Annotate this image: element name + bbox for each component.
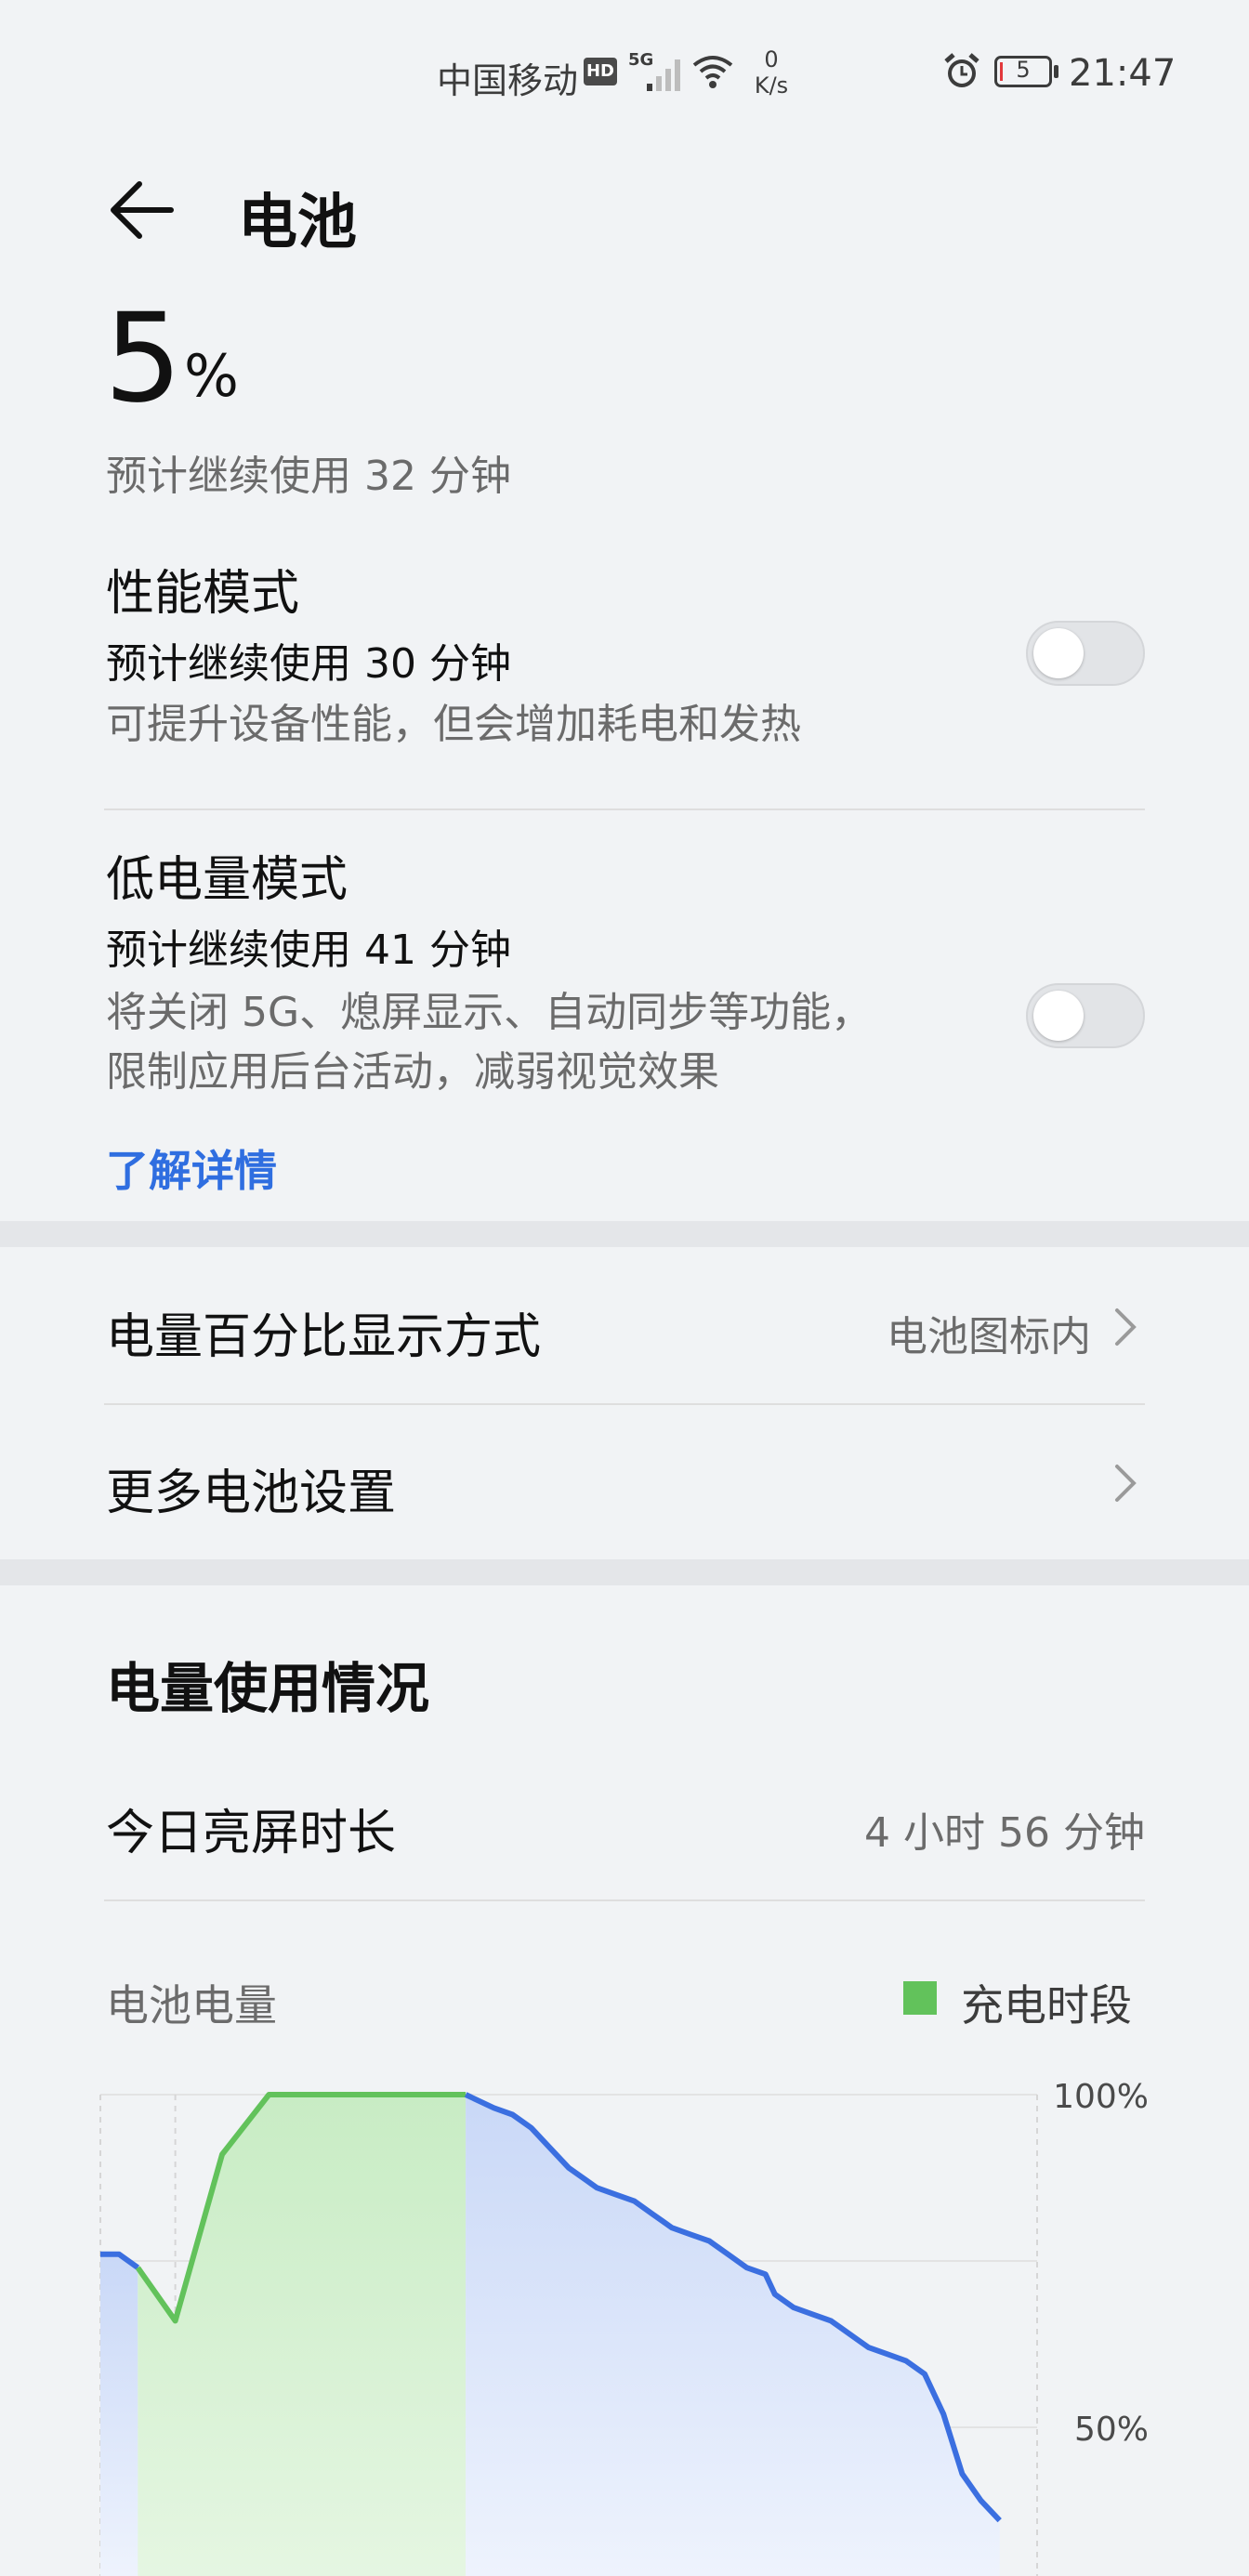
toggle-knob <box>1033 628 1084 678</box>
toggle-knob <box>1033 991 1084 1041</box>
performance-mode-toggle[interactable] <box>1026 621 1145 686</box>
chart-areas <box>100 2095 1000 2576</box>
y-tick-label: 100% <box>1053 2078 1149 2116</box>
low-power-mode-description-line2: 限制应用后台活动，减弱视觉效果 <box>106 1048 719 1096</box>
page-title: 电池 <box>238 189 357 257</box>
y-tick-label: 50% <box>1074 2411 1149 2449</box>
screen-time-value: 4 小时 56 分钟 <box>864 1809 1145 1857</box>
chart-title: 电池电量 <box>106 1980 277 2031</box>
discharge-area <box>100 2254 138 2576</box>
chevron-right-icon <box>1115 1308 1137 1346</box>
battery-level-label: 5 <box>1016 57 1031 83</box>
legend-label-charging: 充电时段 <box>961 1980 1132 2031</box>
battery-percent: 5 <box>104 287 182 430</box>
signal-icon <box>647 59 680 91</box>
divider <box>104 1403 1145 1405</box>
low-power-mode-toggle[interactable] <box>1026 983 1145 1048</box>
status-bar: 中国移动 HD 5G 0 K/s 5 21:47 <box>0 0 1249 139</box>
battery-level-chart: 100% 50% <box>99 2078 1149 2576</box>
divider <box>104 1899 1145 1901</box>
net-speed-unit: K/s <box>754 72 789 99</box>
chevron-right-icon <box>1115 1465 1137 1502</box>
performance-mode-title: 性能模式 <box>106 566 300 622</box>
net-speed-value: 0 <box>764 46 779 72</box>
battery-tip <box>1054 65 1058 78</box>
percentage-display-value: 电池图标内 <box>887 1313 1091 1360</box>
low-power-mode-description-line1: 将关闭 5G、熄屏显示、自动同步等功能， <box>106 989 873 1036</box>
learn-more-link[interactable]: 了解详情 <box>106 1137 277 1199</box>
discharge-area <box>466 2095 1000 2576</box>
battery-icon: 5 <box>994 56 1052 87</box>
chart-tick-labels: 100% 50% <box>1053 2078 1149 2449</box>
divider <box>104 808 1145 810</box>
section-gap <box>0 1559 1249 1585</box>
low-power-mode-estimate: 预计继续使用 41 分钟 <box>106 927 511 974</box>
clock: 21:47 <box>1069 52 1177 95</box>
legend-swatch-charging <box>903 1981 937 2015</box>
hd-badge: HD <box>584 58 617 85</box>
performance-mode-estimate: 预计继续使用 30 分钟 <box>106 640 511 688</box>
percentage-display-label: 电量百分比显示方式 <box>106 1309 542 1365</box>
carrier-label: 中国移动 <box>437 60 579 101</box>
alarm-icon <box>944 53 979 87</box>
usage-section-title: 电量使用情况 <box>106 1657 430 1720</box>
battery-estimate: 预计继续使用 32 分钟 <box>106 453 511 500</box>
charge-area <box>138 2095 467 2576</box>
net-speed: 0 K/s <box>743 46 799 99</box>
wifi-icon <box>692 56 733 88</box>
battery-percent-unit: % <box>184 342 239 410</box>
performance-mode-description: 可提升设备性能，但会增加耗电和发热 <box>106 701 801 748</box>
low-power-mode-title: 低电量模式 <box>106 852 348 908</box>
section-gap <box>0 1221 1249 1247</box>
screen-time-label: 今日亮屏时长 <box>106 1806 397 1861</box>
more-battery-settings-label: 更多电池设置 <box>106 1465 397 1521</box>
back-arrow-icon[interactable] <box>104 171 182 249</box>
